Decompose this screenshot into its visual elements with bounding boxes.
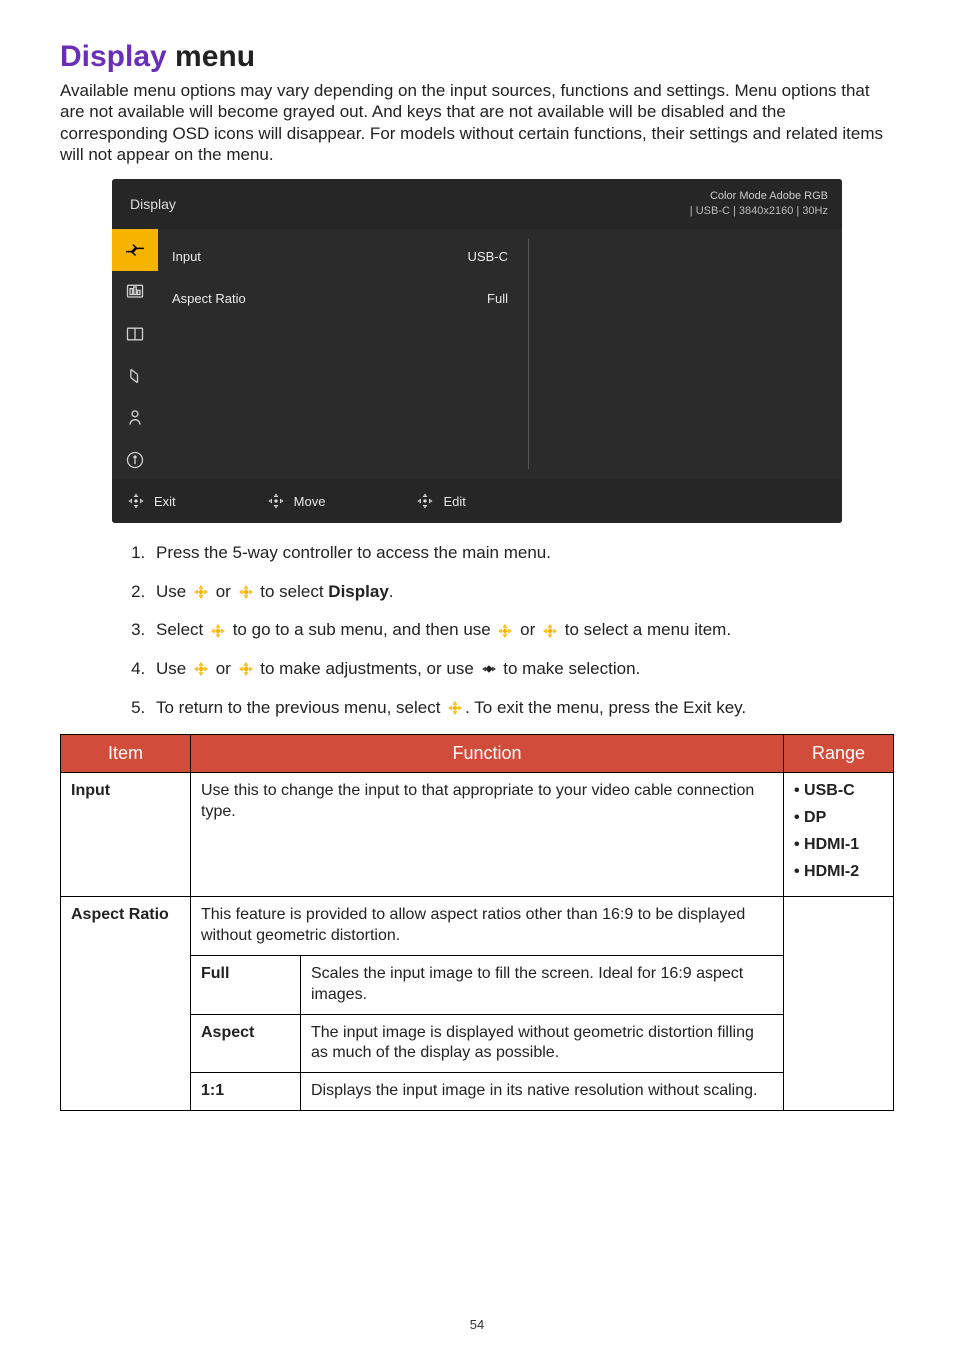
value-input: USB-C [358,235,528,277]
instruction-list: Press the 5-way controller to access the… [150,541,894,720]
cell-full-name: Full [191,955,301,1014]
osd-footer: Exit Move Edit [112,479,842,523]
title-rest: menu [167,40,255,73]
osd-divider [528,239,529,469]
cell-aspect-opt-name: Aspect [191,1014,301,1073]
system-tab-icon[interactable] [112,439,158,481]
nav-icon [266,491,286,511]
color-tab-icon[interactable] [112,271,158,313]
cell-full-desc: Scales the input image to fill the scree… [301,955,784,1014]
intro-text: Available menu options may vary dependin… [60,80,894,165]
nav-diamond-icon [236,660,256,678]
cell-input-name: Input [61,773,191,897]
value-aspect-ratio: Full [358,277,528,319]
nav-diamond-icon [208,622,228,640]
osd-header-status: Color Mode Adobe RGB | USB-C | 3840x2160… [690,189,828,220]
footer-move[interactable]: Move [266,491,326,511]
osd-header: Display Color Mode Adobe RGB | USB-C | 3… [112,179,842,229]
nav-diamond-icon [445,699,465,717]
page-number: 54 [0,1317,954,1332]
cell-aspect-range [784,897,894,1111]
row-input: Input Use this to change the input to th… [61,773,894,897]
status-line2: | USB-C | 3840x2160 | 30Hz [690,204,828,219]
ergonomics-tab-icon[interactable] [112,397,158,439]
cell-aspect-opt-desc: The input image is displayed without geo… [301,1014,784,1073]
nav-diamond-icon [191,660,211,678]
title-highlight: Display [60,40,167,73]
osd-menu-values: USB-C Full [358,229,528,479]
step-4: Use or to make adjustments, or use to ma… [150,657,894,682]
controller-tab-icon[interactable] [112,355,158,397]
pip-tab-icon[interactable] [112,313,158,355]
osd-header-title: Display [130,196,176,212]
footer-exit[interactable]: Exit [126,491,176,511]
col-range: Range [784,735,894,773]
menu-item-aspect-ratio[interactable]: Aspect Ratio [158,277,358,319]
nav-icon [415,491,435,511]
nav-diamond-solid-icon [479,660,499,678]
osd-sidebar [112,229,158,479]
step-2: Use or to select Display. [150,580,894,605]
osd-preview-area [528,229,842,479]
col-item: Item [61,735,191,773]
nav-diamond-icon [495,622,515,640]
cell-one-desc: Displays the input image in its native r… [301,1073,784,1111]
nav-icon [126,491,146,511]
osd-body: Input Aspect Ratio USB-C Full [112,229,842,479]
step-5: To return to the previous menu, select .… [150,696,894,721]
cell-aspect-desc: This feature is provided to allow aspect… [191,897,784,956]
nav-diamond-icon [540,622,560,640]
col-function: Function [191,735,784,773]
cell-input-range: USB-C DP HDMI-1 HDMI-2 [784,773,894,897]
cell-one-name: 1:1 [191,1073,301,1111]
step-1: Press the 5-way controller to access the… [150,541,894,566]
page-title: Display menu [60,40,894,74]
display-tab-icon[interactable] [112,229,158,271]
osd-menu-labels: Input Aspect Ratio [158,229,358,479]
table-header-row: Item Function Range [61,735,894,773]
osd-panel: Display Color Mode Adobe RGB | USB-C | 3… [112,179,842,523]
step-3: Select to go to a sub menu, and then use… [150,618,894,643]
status-line1: Color Mode Adobe RGB [690,189,828,204]
row-aspect-desc: Aspect Ratio This feature is provided to… [61,897,894,956]
nav-diamond-icon [191,583,211,601]
cell-input-desc: Use this to change the input to that app… [191,773,784,897]
spec-table: Item Function Range Input Use this to ch… [60,734,894,1111]
menu-item-input[interactable]: Input [158,235,358,277]
nav-diamond-icon [236,583,256,601]
footer-edit[interactable]: Edit [415,491,465,511]
cell-aspect-name: Aspect Ratio [61,897,191,1111]
